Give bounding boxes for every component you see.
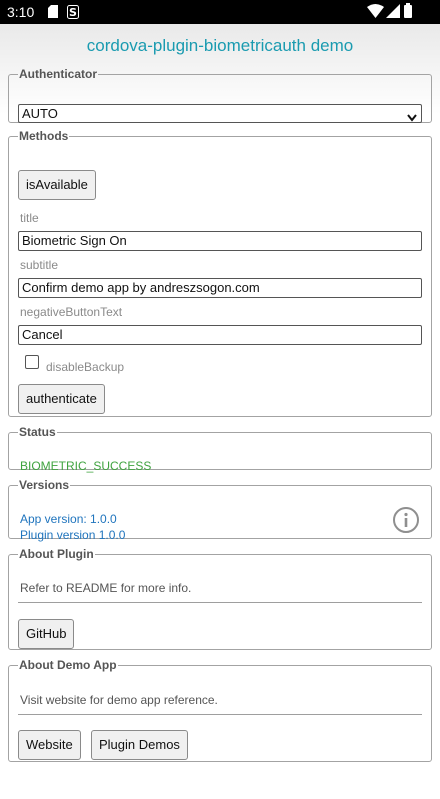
plugin-version: Plugin version 1.0.0 bbox=[20, 528, 126, 542]
notification-s-icon: S bbox=[67, 5, 79, 24]
subtitle-input[interactable]: Confirm demo app by andreszsogon.com bbox=[18, 278, 422, 298]
subtitle-label: subtitle bbox=[20, 258, 59, 272]
plugin-demos-button[interactable]: Plugin Demos bbox=[91, 730, 188, 760]
versions-fieldset: Versions App version: 1.0.0 Plugin versi… bbox=[8, 478, 432, 542]
about-demo-legend: About Demo App bbox=[19, 658, 117, 672]
authenticator-select[interactable]: AUTO bbox=[18, 104, 422, 123]
title-label: title bbox=[20, 211, 39, 225]
about-demo-fieldset: About Demo App Visit website for demo ap… bbox=[8, 658, 432, 762]
svg-text:S: S bbox=[69, 6, 77, 19]
about-plugin-divider bbox=[18, 602, 422, 603]
negative-button-text-label: negativeButtonText bbox=[20, 305, 123, 319]
status-time: 3:10 bbox=[7, 4, 35, 20]
methods-fieldset: Methods isAvailable title Biometric Sign… bbox=[8, 129, 432, 417]
app-content: cordova-plugin-biometricauth demo Authen… bbox=[0, 24, 440, 799]
versions-legend: Versions bbox=[19, 478, 70, 492]
wifi-icon bbox=[367, 4, 384, 23]
page-title: cordova-plugin-biometricauth demo bbox=[86, 36, 354, 55]
status-bar: 3:10 S bbox=[0, 0, 440, 24]
info-icon[interactable] bbox=[392, 506, 420, 539]
status-fieldset: Status BIOMETRIC_SUCCESS bbox=[8, 425, 432, 473]
battery-icon bbox=[404, 3, 412, 23]
status-legend: Status bbox=[19, 425, 56, 439]
status-value: BIOMETRIC_SUCCESS bbox=[20, 459, 152, 473]
title-input[interactable]: Biometric Sign On bbox=[18, 231, 422, 251]
negative-button-text-input[interactable]: Cancel bbox=[18, 325, 422, 345]
website-button[interactable]: Website bbox=[18, 730, 81, 760]
disable-backup-checkbox[interactable] bbox=[25, 355, 39, 369]
about-plugin-text: Refer to README for more info. bbox=[20, 581, 192, 595]
about-demo-divider bbox=[18, 714, 422, 715]
signal-icon bbox=[386, 4, 400, 23]
app-version: App version: 1.0.0 bbox=[20, 512, 117, 526]
authenticate-button[interactable]: authenticate bbox=[18, 384, 105, 414]
authenticator-fieldset: Authenticator AUTO bbox=[8, 67, 432, 123]
github-button[interactable]: GitHub bbox=[18, 619, 75, 649]
about-plugin-legend: About Plugin bbox=[19, 547, 94, 561]
about-plugin-fieldset: About Plugin Refer to README for more in… bbox=[8, 547, 432, 650]
methods-legend: Methods bbox=[19, 129, 69, 143]
authenticator-legend: Authenticator bbox=[19, 67, 97, 81]
is-available-button[interactable]: isAvailable bbox=[18, 170, 96, 200]
sd-card-icon bbox=[48, 5, 58, 23]
chevron-down-icon bbox=[407, 109, 417, 126]
about-demo-text: Visit website for demo app reference. bbox=[20, 693, 218, 707]
authenticator-select-value: AUTO bbox=[22, 106, 58, 121]
disable-backup-label: disableBackup bbox=[46, 360, 125, 374]
